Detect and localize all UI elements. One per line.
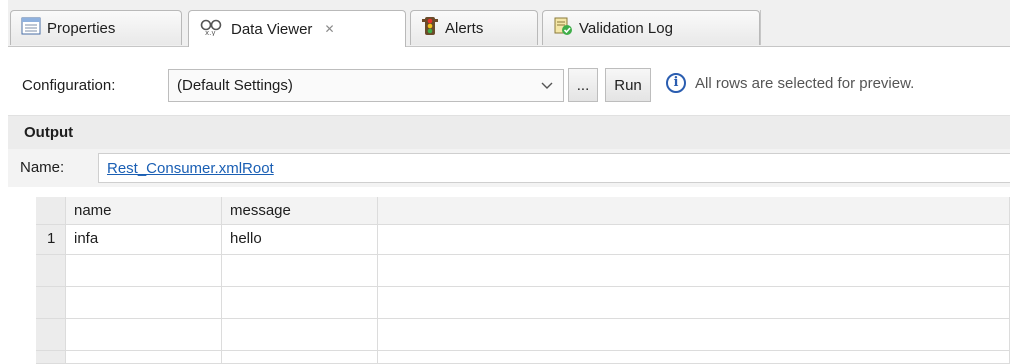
view-tab-strip: Properties x.y Data Viewer ✕ Alerts Vali…	[8, 10, 1010, 47]
table-cell-empty	[378, 225, 1010, 255]
table-cell-empty	[222, 319, 378, 351]
run-button-label: Run	[614, 76, 642, 94]
svg-text:x.y: x.y	[205, 29, 216, 36]
table-cell-empty	[66, 255, 222, 287]
table-cell-empty	[222, 287, 378, 319]
tab-strip-fill	[760, 10, 1010, 45]
column-header-name[interactable]: name	[66, 197, 222, 225]
column-header-message-label: message	[230, 202, 291, 219]
preview-info-text: All rows are selected for preview.	[695, 75, 915, 92]
table-cell-empty	[378, 255, 1010, 287]
data-viewer-panel: Configuration: (Default Settings) ... Ru…	[8, 47, 1010, 364]
table-cell-empty	[378, 319, 1010, 351]
table-cell-empty	[378, 351, 1010, 364]
name-label: Name:	[20, 159, 65, 176]
row-header-1[interactable]: 1	[36, 225, 66, 255]
table-cell-name[interactable]: infa	[66, 225, 222, 255]
data-viewer-icon: x.y	[199, 18, 225, 40]
more-button-label: ...	[576, 76, 590, 94]
table-cell-empty	[66, 319, 222, 351]
tab-data-viewer[interactable]: x.y Data Viewer ✕	[188, 10, 406, 47]
row-header-empty	[36, 319, 66, 351]
cell-message-value: hello	[230, 230, 262, 247]
configuration-toolbar: Configuration: (Default Settings) ... Ru…	[8, 47, 1010, 115]
top-margin	[8, 0, 1010, 10]
tab-alerts[interactable]: Alerts	[410, 10, 538, 45]
validation-log-icon	[553, 16, 573, 40]
run-button[interactable]: Run	[605, 68, 651, 102]
row-header-empty	[36, 287, 66, 319]
row-header-empty	[36, 255, 66, 287]
column-header-name-label: name	[74, 202, 112, 219]
table-cell-message[interactable]: hello	[222, 225, 378, 255]
configuration-more-button[interactable]: ...	[568, 68, 598, 102]
output-section-header: Output	[8, 115, 1010, 150]
output-title: Output	[24, 124, 74, 141]
column-header-empty	[378, 197, 1010, 225]
row-number: 1	[47, 230, 56, 247]
grid-corner-cell	[36, 197, 66, 225]
tab-properties-label: Properties	[47, 19, 116, 37]
tab-properties[interactable]: Properties	[10, 10, 182, 45]
output-name-link[interactable]: Rest_Consumer.xmlRoot	[107, 160, 274, 177]
configuration-label: Configuration:	[22, 77, 116, 94]
output-name-field: Rest_Consumer.xmlRoot	[98, 153, 1010, 183]
tab-data-viewer-label: Data Viewer	[231, 20, 313, 38]
close-icon[interactable]: ✕	[324, 22, 334, 36]
output-name-row: Name: Rest_Consumer.xmlRoot	[8, 149, 1010, 187]
results-grid[interactable]: name message 1 infa hello	[36, 197, 1010, 364]
table-cell-empty	[66, 287, 222, 319]
row-header-empty	[36, 351, 66, 364]
properties-icon	[21, 17, 41, 39]
left-edge	[0, 0, 8, 364]
alerts-icon	[421, 16, 439, 40]
column-header-message[interactable]: message	[222, 197, 378, 225]
table-cell-empty	[66, 351, 222, 364]
table-cell-empty	[222, 351, 378, 364]
table-cell-empty	[378, 287, 1010, 319]
configuration-dropdown[interactable]: (Default Settings)	[168, 69, 564, 102]
table-cell-empty	[222, 255, 378, 287]
chevron-down-icon[interactable]	[541, 78, 553, 90]
tab-validation-log-label: Validation Log	[579, 19, 673, 37]
tab-validation-log[interactable]: Validation Log	[542, 10, 760, 45]
tab-alerts-label: Alerts	[445, 19, 484, 37]
configuration-value: (Default Settings)	[177, 77, 293, 94]
info-icon: i	[666, 73, 686, 93]
cell-name-value: infa	[74, 230, 99, 247]
